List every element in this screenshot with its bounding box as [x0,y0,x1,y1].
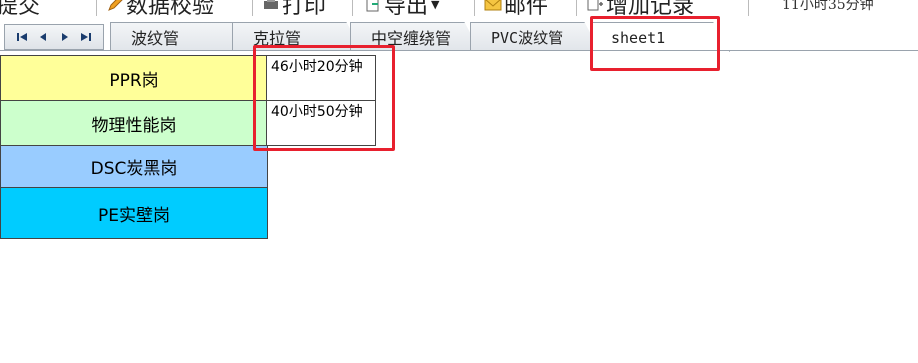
mail-icon [484,0,502,11]
skip-first-icon [16,33,27,41]
sheet-tab-bar: 波纹管 克拉管 中空缠绕管 PVC波纹管 sheet1 [0,20,918,52]
last-sheet-button[interactable] [78,29,94,45]
toolbar: 提交 数据校验 打印 导出 ▼ 邮件 增加记录 11小时35分钟 [0,0,918,20]
highlight-box-sheet1 [590,16,720,71]
mail-label: 邮件 [504,0,549,19]
pencil-icon [108,0,123,11]
chevron-right-icon [61,33,68,41]
sheet-nav-buttons [4,24,104,50]
toolbar-divider [748,0,749,16]
export-icon [366,0,379,12]
print-button[interactable]: 打印 [262,0,326,20]
toolbar-divider [352,0,353,16]
printer-icon [264,0,278,9]
export-button[interactable]: 导出 ▼ [364,0,439,20]
chevron-left-icon [40,33,47,41]
toolbar-divider [252,0,253,16]
prev-sheet-button[interactable] [35,29,51,45]
print-label: 打印 [282,0,327,19]
highlight-box-values [253,45,395,151]
tab-bowenguan[interactable]: 波纹管 [110,22,250,51]
station-label: PE实壁岗 [98,205,170,226]
toolbar-divider [96,0,97,16]
row-ppr[interactable]: PPR岗 [0,55,268,101]
row-pe[interactable]: PE实壁岗 [0,188,268,239]
tab-bar-baseline [0,50,918,51]
toolbar-divider [474,0,475,16]
skip-last-icon [81,33,92,41]
station-table: PPR岗 物理性能岗 DSC炭黑岗 PE实壁岗 [0,55,268,239]
chevron-down-icon: ▼ [431,0,440,11]
station-label: 物理性能岗 [91,115,177,136]
timer-text: 11小时35分钟 [782,0,874,13]
submit-label: 提交 [0,0,41,19]
row-dsc[interactable]: DSC炭黑岗 [0,146,268,188]
next-sheet-button[interactable] [57,29,73,45]
first-sheet-button[interactable] [14,29,30,45]
station-label: DSC炭黑岗 [90,159,178,179]
submit-button[interactable]: 提交 [0,0,40,20]
data-validate-label: 数据校验 [126,0,215,19]
tab-pvc[interactable]: PVC波纹管 [470,22,600,51]
data-validate-button[interactable]: 数据校验 [106,0,214,20]
toolbar-divider [576,0,577,16]
export-label: 导出 [384,0,429,19]
row-physical[interactable]: 物理性能岗 [0,101,268,146]
station-label: PPR岗 [109,70,159,91]
add-record-icon [587,0,603,11]
tab-label: 波纹管 [131,29,180,48]
tab-label: PVC波纹管 [491,28,564,47]
mail-button[interactable]: 邮件 [484,0,548,20]
